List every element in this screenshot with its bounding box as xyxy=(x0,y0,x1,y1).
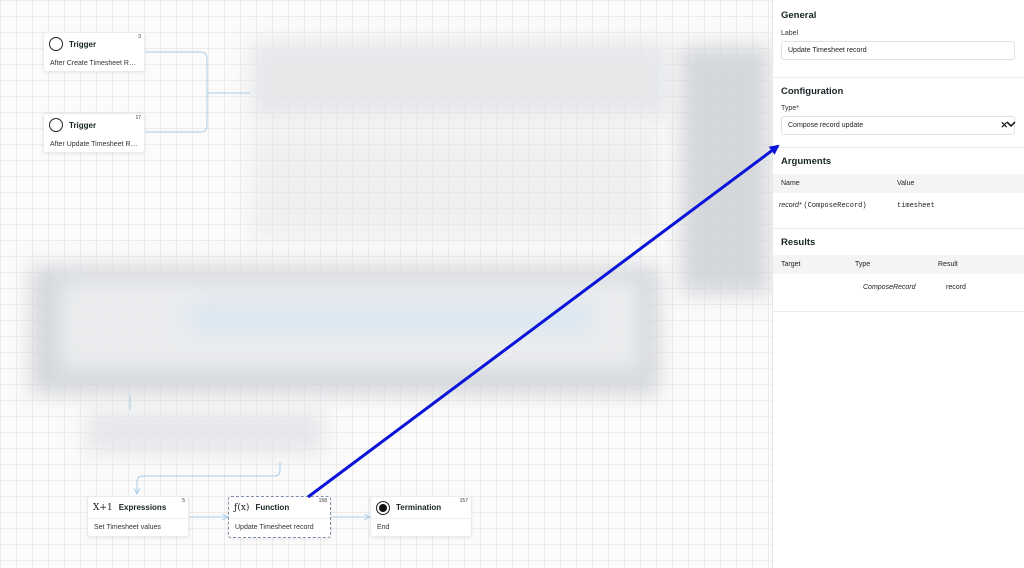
node-id: 157 xyxy=(459,498,468,504)
node-subtitle: Set Timesheet values xyxy=(94,524,161,531)
type-select-value: Compose record update xyxy=(788,122,864,129)
result-type: ComposeRecord xyxy=(863,283,916,291)
node-id: 17 xyxy=(135,115,141,121)
argument-name-text: record* xyxy=(779,202,802,209)
results-row[interactable]: ComposeRecord record xyxy=(773,276,1024,298)
section-heading: Configuration xyxy=(781,86,844,97)
trigger-circle-icon xyxy=(49,118,63,132)
node-subtitle: After Create Timesheet Re... xyxy=(50,60,139,67)
node-subtitle: After Update Timesheet Re... xyxy=(50,141,141,148)
workflow-canvas[interactable]: 3 Trigger After Create Timesheet Re... 1… xyxy=(0,0,772,568)
type-select[interactable]: Compose record update ✕ xyxy=(781,116,1016,135)
column-header: Value xyxy=(897,180,915,187)
trigger-node-1[interactable]: 3 Trigger After Create Timesheet Re... xyxy=(43,32,145,72)
node-title: Trigger xyxy=(69,120,97,130)
node-id: 5 xyxy=(182,498,185,504)
section-heading: Results xyxy=(781,237,816,248)
column-header: Result xyxy=(938,261,958,268)
arguments-section: Arguments Name Value record* (ComposeRec… xyxy=(773,148,1024,229)
function-node[interactable]: 158 ƒ(x) Function Update Timesheet recor… xyxy=(228,496,331,538)
node-id: 3 xyxy=(138,34,141,40)
general-section: General Label Update Timesheet record xyxy=(773,0,1024,78)
argument-type: (ComposeRecord) xyxy=(803,202,867,210)
connector-lines xyxy=(129,51,772,568)
expression-icon: X+1 xyxy=(93,502,113,513)
configuration-section: Configuration Type* Compose record updat… xyxy=(773,78,1024,148)
node-title: Expressions xyxy=(118,503,167,512)
properties-panel: General Label Update Timesheet record Co… xyxy=(772,0,1024,568)
node-id: 158 xyxy=(318,498,327,504)
argument-value: timesheet xyxy=(897,202,935,210)
label-caption: Label xyxy=(781,30,799,37)
result-value: record xyxy=(946,283,966,291)
trigger-node-2[interactable]: 17 Trigger After Update Timesheet Re... xyxy=(43,113,145,153)
column-header: Name xyxy=(781,180,800,187)
column-header: Type xyxy=(855,261,871,268)
column-header: Target xyxy=(781,261,801,268)
argument-name: record* (ComposeRecord) xyxy=(773,202,897,210)
trigger-circle-icon xyxy=(49,37,63,51)
function-icon: ƒ(x) xyxy=(234,502,250,513)
termination-icon xyxy=(376,500,390,515)
results-header-row: Target Type Result xyxy=(773,255,1024,274)
section-heading: General xyxy=(781,10,817,21)
results-section: Results Target Type Result ComposeRecord… xyxy=(773,229,1024,312)
section-heading: Arguments xyxy=(781,156,832,167)
chevron-down-icon[interactable] xyxy=(1006,119,1020,131)
arguments-header-row: Name Value xyxy=(773,174,1024,193)
node-subtitle: Update Timesheet record xyxy=(235,524,314,531)
node-title: Function xyxy=(255,503,290,512)
node-title: Termination xyxy=(396,503,442,512)
termination-node[interactable]: 157 Termination End xyxy=(370,496,472,537)
node-title: Trigger xyxy=(69,39,97,49)
expressions-node[interactable]: 5 X+1 Expressions Set Timesheet values xyxy=(87,496,189,537)
label-input[interactable]: Update Timesheet record xyxy=(781,41,1015,60)
arguments-row[interactable]: record* (ComposeRecord) timesheet xyxy=(773,195,1024,217)
type-caption: Type* xyxy=(781,105,799,112)
node-subtitle: End xyxy=(377,524,390,531)
